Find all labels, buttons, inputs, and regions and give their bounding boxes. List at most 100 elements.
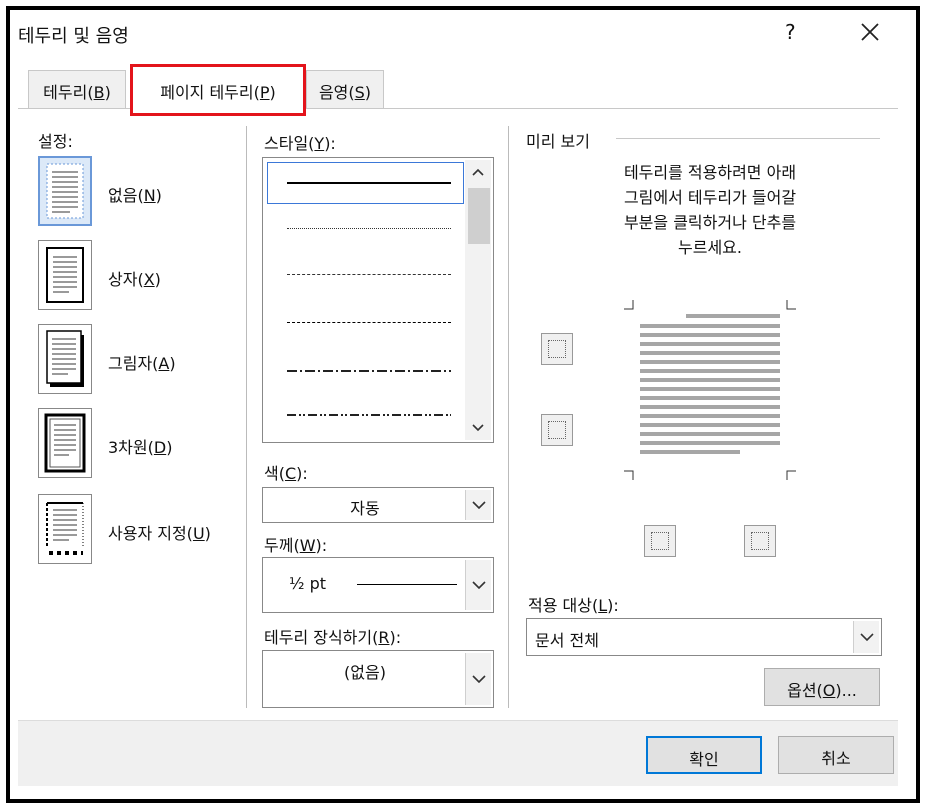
preview-text-line [640,432,780,436]
setting-box-label[interactable]: 상자(X) [108,266,161,290]
tab-shading-label: 음영( [318,83,355,102]
width-label: 두께(W): [264,532,327,556]
preview-text-line [640,405,780,409]
cancel-button[interactable]: 취소 [778,736,894,774]
apply-to-label: 적용 대상(L): [528,592,619,616]
preview-divider [616,138,880,139]
style-dash-dot-dot-line[interactable] [287,414,451,416]
preview-text-line [640,441,780,445]
divider-left [246,126,247,708]
setting-shadow-key: A [158,354,170,373]
chevron-down-icon [860,633,874,641]
setting-custom-key: U [192,524,205,543]
setting-none-text: 없음( [108,186,144,205]
left-border-icon [651,532,669,550]
style-scrollbar[interactable] [465,160,491,440]
apply-to-select[interactable]: 문서 전체 [526,618,882,656]
tab-borders-key: B [93,83,105,102]
setting-none-label[interactable]: 없음(N) [108,182,162,206]
tab-shading-end: ) [364,83,372,102]
setting-shadow-button[interactable] [38,324,92,394]
style-small-dash-line[interactable] [287,274,451,275]
setting-3d-label[interactable]: 3차원(D) [108,434,172,458]
tab-borders-label: 테두리( [43,83,94,102]
tab-borders[interactable]: 테두리(B) [28,70,126,108]
width-dropdown-button[interactable] [465,560,491,610]
tab-shading-key: S [354,83,365,102]
close-icon[interactable] [852,14,888,50]
style-label-end: ): [324,134,336,153]
chevron-down-icon [472,675,486,683]
preview-text-line [640,351,780,355]
preview-hint-line: 부분을 클릭하거나 단추를 [623,213,797,232]
setting-none-button[interactable] [38,156,92,226]
preview-hint: 테두리를 적용하려면 아래 그림에서 테두리가 들어갈 부분을 클릭하거나 단추… [560,160,860,260]
style-solid-line[interactable] [287,182,451,184]
width-label-text: 두께( [264,536,300,555]
bottom-border-icon [548,421,566,439]
style-label: 스타일(Y): [264,130,336,154]
style-label-key: Y [314,134,325,153]
color-dropdown-button[interactable] [465,490,491,520]
divider-right [508,126,509,708]
ok-button[interactable]: 확인 [646,736,762,774]
style-label-text: 스타일( [264,134,315,153]
corner-mark [786,300,796,310]
color-label-end: ): [296,464,308,483]
settings-label: 설정: [38,132,73,151]
scroll-up-icon[interactable] [472,168,484,176]
setting-3d-key: D [153,438,167,457]
preview-hint-line: 누르세요. [678,238,742,257]
art-select[interactable]: (없음) [262,650,494,708]
top-border-button[interactable] [541,333,573,365]
preview-text-line [640,396,780,400]
preview-hint-line: 그림에서 테두리가 들어갈 [623,188,797,207]
style-dash-line[interactable] [287,322,451,323]
preview-text-line [640,342,780,346]
style-dash-dot-line[interactable] [287,370,451,372]
setting-custom-label[interactable]: 사용자 지정(U) [108,520,211,544]
preview-text-line [640,414,780,418]
options-button[interactable]: 옵션(O)... [764,668,880,706]
setting-box-end: ) [154,270,161,289]
options-label: 옵션( [787,681,823,700]
width-select[interactable]: ½ pt [262,557,494,613]
color-label-key: C [284,464,297,483]
setting-3d-button[interactable] [38,408,92,478]
tab-page-label: 페이지 테두리( [160,83,260,102]
color-label: 색(C): [264,460,308,484]
art-dropdown-button[interactable] [465,653,491,705]
corner-mark [786,470,796,480]
art-value: (없음) [344,663,386,682]
width-label-end: ): [315,536,328,555]
art-label-text: 테두리 장식하기( [264,628,379,647]
scroll-down-icon[interactable] [472,424,484,432]
bottom-border-button[interactable] [541,414,573,446]
options-key: O [822,681,836,700]
tab-page-borders[interactable]: 페이지 테두리(P) [130,64,306,116]
preview-text-line [686,314,780,318]
style-dotted-line[interactable] [287,228,451,229]
style-listbox[interactable] [262,157,494,443]
tab-borders-end: ) [104,83,111,102]
corner-mark [624,300,634,310]
preview-page[interactable] [620,296,800,484]
setting-shadow-label[interactable]: 그림자(A) [108,350,176,374]
width-value: ½ pt [289,574,327,593]
preview-text-line [640,324,780,328]
color-select[interactable]: 자동 [262,487,494,523]
setting-none-key: N [143,186,156,205]
color-label-text: 색( [264,464,285,483]
corner-mark [624,470,634,480]
setting-custom-button[interactable] [38,494,92,564]
apply-to-dropdown-button[interactable] [853,621,879,653]
left-border-button[interactable] [644,525,676,557]
help-button[interactable]: ? [785,20,796,44]
setting-box-button[interactable] [38,240,92,310]
style-scrollbar-thumb[interactable] [468,188,490,244]
preview-text-line [640,450,740,454]
right-border-button[interactable] [744,525,776,557]
apply-to-label-key: L [598,596,608,615]
tab-shading[interactable]: 음영(S) [306,70,384,108]
art-label: 테두리 장식하기(R): [264,624,401,648]
